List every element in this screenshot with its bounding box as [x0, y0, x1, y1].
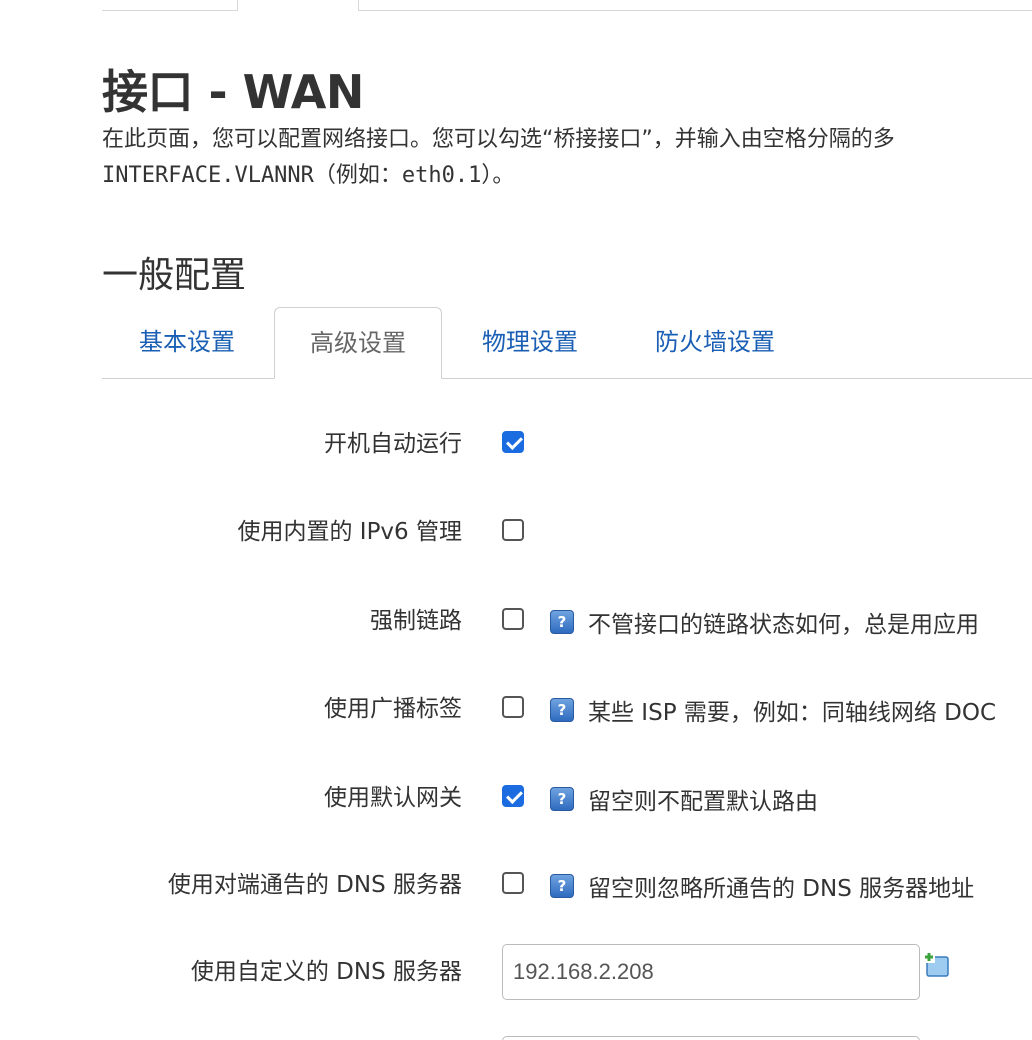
page-description: 在此页面，您可以配置网络接口。您可以勾选“桥接接口”，并输入由空格分隔的多 IN…: [102, 122, 895, 194]
help-question-icon: ?: [550, 698, 574, 722]
default-gateway-checkbox[interactable]: [502, 785, 524, 807]
option-row-broadcast-flag: 使用广播标签 ? 某些 ISP 需要，例如：同轴线网络 DOC: [0, 679, 1032, 739]
help-question-icon: ?: [550, 787, 574, 811]
ipv6-management-checkbox[interactable]: [502, 519, 524, 541]
add-entry-icon[interactable]: [924, 952, 950, 978]
description-line-2: INTERFACE.VLANNR（例如：eth0.1）。: [102, 163, 515, 188]
option-label: 使用默认网关: [324, 785, 462, 811]
autostart-checkbox[interactable]: [502, 431, 524, 453]
peer-dns-checkbox[interactable]: [502, 872, 524, 894]
broadcast-flag-checkbox[interactable]: [502, 696, 524, 718]
option-row-force-link: 强制链路 ? 不管接口的链路状态如何，总是用应用: [0, 591, 1032, 651]
tab-physical-settings[interactable]: 物理设置: [458, 307, 602, 377]
help-text: 不管接口的链路状态如何，总是用应用: [588, 612, 979, 638]
top-tab-strip: [102, 0, 1032, 12]
option-label: 强制链路: [370, 608, 462, 634]
next-field-input[interactable]: [502, 1036, 920, 1040]
tab-advanced-settings[interactable]: 高级设置: [274, 307, 442, 379]
help-tip: ? 留空则忽略所通告的 DNS 服务器地址: [550, 872, 975, 902]
custom-dns-input[interactable]: 192.168.2.208: [502, 944, 920, 1000]
option-row-ipv6-management: 使用内置的 IPv6 管理: [0, 502, 1032, 562]
tab-basic-settings[interactable]: 基本设置: [102, 307, 272, 377]
help-question-icon: ?: [550, 610, 574, 634]
page-title: 接口 - WAN: [102, 65, 364, 119]
help-text: 留空则不配置默认路由: [588, 789, 818, 815]
tab-firewall-settings[interactable]: 防火墙设置: [632, 307, 798, 377]
help-text: 某些 ISP 需要，例如：同轴线网络 DOC: [588, 700, 997, 726]
help-text: 留空则忽略所通告的 DNS 服务器地址: [588, 876, 975, 902]
description-line-1: 在此页面，您可以配置网络接口。您可以勾选“桥接接口”，并输入由空格分隔的多: [102, 127, 895, 152]
section-title: 一般配置: [102, 255, 247, 296]
top-tab-fragment: [102, 0, 238, 11]
settings-tabs: 基本设置 高级设置 物理设置 防火墙设置: [102, 307, 1032, 379]
option-label: 开机自动运行: [324, 431, 462, 457]
top-tab-fragment: [358, 0, 1032, 11]
option-row-autostart: 开机自动运行: [0, 414, 1032, 474]
option-row-default-gateway: 使用默认网关 ? 留空则不配置默认路由: [0, 768, 1032, 828]
option-label: 使用内置的 IPv6 管理: [237, 519, 462, 545]
force-link-checkbox[interactable]: [502, 608, 524, 630]
option-label: 使用自定义的 DNS 服务器: [190, 959, 462, 985]
help-question-icon: ?: [550, 874, 574, 898]
help-tip: ? 不管接口的链路状态如何，总是用应用: [550, 608, 979, 638]
help-tip: ? 留空则不配置默认路由: [550, 785, 818, 815]
option-label: 使用广播标签: [324, 696, 462, 722]
option-label: 使用对端通告的 DNS 服务器: [167, 872, 462, 898]
help-tip: ? 某些 ISP 需要，例如：同轴线网络 DOC: [550, 696, 997, 726]
interface-wan-page: 接口 - WAN 在此页面，您可以配置网络接口。您可以勾选“桥接接口”，并输入由…: [0, 0, 1032, 1040]
option-row-peer-dns: 使用对端通告的 DNS 服务器 ? 留空则忽略所通告的 DNS 服务器地址: [0, 855, 1032, 915]
